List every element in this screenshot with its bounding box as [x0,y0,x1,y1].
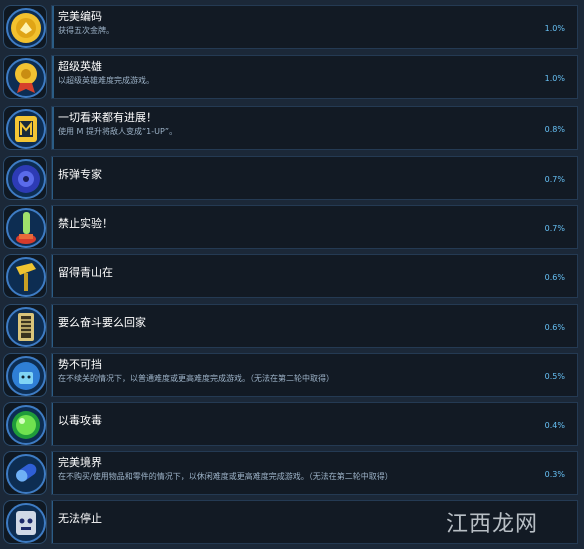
achievement-title: 完美境界 [58,456,102,469]
unlock-percentage: 1.0% [544,74,565,83]
achievement-panel: 拆弹专家 0.7% [51,156,578,200]
unlock-percentage: 0.4% [544,421,565,430]
energy-bar-icon [3,304,47,348]
gear-bomb-icon [3,156,47,200]
test-tube-icon [3,205,47,249]
green-orb-icon [3,402,47,446]
achievement-row[interactable]: 一切看来都有进展！ 使用 M 提升将敌人变成“1-UP”。 0.8% [0,106,584,154]
achievement-title: 无法停止 [58,512,102,525]
achievement-row[interactable]: 势不可挡在不续关的情况下，以普通难度或更高难度完成游戏。（无法在第二轮中取得） 0… [0,353,584,401]
robot-face-icon [3,500,47,544]
achievement-row[interactable]: 要么奋斗要么回家 0.6% [0,304,584,352]
achievement-panel: 禁止实验！ 0.7% [51,205,578,249]
unlock-percentage: 0.6% [544,273,565,282]
achievement-title: 完美编码 [58,10,102,23]
achievement-title: 超级英雄 [58,60,102,73]
gold-medal-icon [3,5,47,49]
achievement-description: 以超级英雄难度完成游戏。 [58,76,154,85]
achievement-panel: 势不可挡在不续关的情况下，以普通难度或更高难度完成游戏。（无法在第二轮中取得） 0… [51,353,578,397]
progress-fill [52,452,53,494]
achievement-list: 完美编码获得五次金牌。 1.0% 超级英雄以超级英雄难度完成游戏。 1.0% 一切看来都… [0,0,584,549]
achievement-panel: 一切看来都有进展！ 使用 M 提升将敌人变成“1-UP”。 0.8% [51,106,578,150]
achievement-panel: 以毒攻毒 0.4% [51,402,578,446]
achievement-description: 在不续关的情况下，以普通难度或更高难度完成游戏。（无法在第二轮中取得） [58,374,334,383]
achievement-row[interactable]: 完美境界在不购买/使用物品和零件的情况下，以休闲难度或更高难度完成游戏。（无法在… [0,451,584,499]
achievement-title: 禁止实验！ [58,217,113,230]
progress-fill [52,6,55,48]
achievement-description: 在不购买/使用物品和零件的情况下，以休闲难度或更高难度完成游戏。（无法在第二轮中… [58,472,393,481]
progress-fill [52,305,54,347]
achievement-title: 一切看来都有进展！ [58,111,157,124]
progress-fill [52,255,54,297]
achievement-panel: 完美境界在不购买/使用物品和零件的情况下，以休闲难度或更高难度完成游戏。（无法在… [51,451,578,495]
unlock-percentage: 0.7% [544,224,565,233]
achievement-title: 要么奋斗要么回家 [58,316,146,329]
unlock-percentage: 0.3% [544,470,565,479]
unlock-percentage: 0.7% [544,175,565,184]
achievement-panel: 留得青山在 0.6% [51,254,578,298]
progress-fill [52,56,55,98]
achievement-title: 留得青山在 [58,266,113,279]
achievement-description: 使用 M 提升将敌人变成“1-UP”。 [58,127,178,136]
achievement-description: 获得五次金牌。 [58,26,114,35]
achievement-title: 拆弹专家 [58,168,102,181]
unlock-percentage: 0.8% [544,125,565,134]
progress-fill [52,501,53,543]
progress-fill [52,354,54,396]
progress-fill [52,206,54,248]
unlock-percentage: 1.0% [544,24,565,33]
achievement-row[interactable]: 拆弹专家 0.7% [0,156,584,204]
achievement-panel: 超级英雄以超级英雄难度完成游戏。 1.0% [51,55,578,99]
achievement-row[interactable]: 以毒攻毒 0.4% [0,402,584,450]
progress-fill [52,107,54,149]
watermark-logo: 江西龙网 [446,512,539,537]
progress-fill [52,157,54,199]
achievement-row[interactable]: 留得青山在 0.6% [0,254,584,302]
achievement-row[interactable]: 超级英雄以超级英雄难度完成游戏。 1.0% [0,55,584,103]
achievement-title: 势不可挡 [58,358,102,371]
achievement-panel: 完美编码获得五次金牌。 1.0% [51,5,578,49]
achievement-panel: 要么奋斗要么回家 0.6% [51,304,578,348]
progress-fill [52,403,53,445]
achievement-title: 以毒攻毒 [58,414,102,427]
plunger-icon [3,254,47,298]
unlock-percentage: 0.6% [544,323,565,332]
capsule-icon [3,451,47,495]
megaman-helmet-icon [3,353,47,397]
achievement-row[interactable]: 完美编码获得五次金牌。 1.0% [0,5,584,53]
hero-medal-icon [3,55,47,99]
m-tank-icon [3,106,47,150]
achievement-row[interactable]: 禁止实验！ 0.7% [0,205,584,253]
unlock-percentage: 0.5% [544,372,565,381]
